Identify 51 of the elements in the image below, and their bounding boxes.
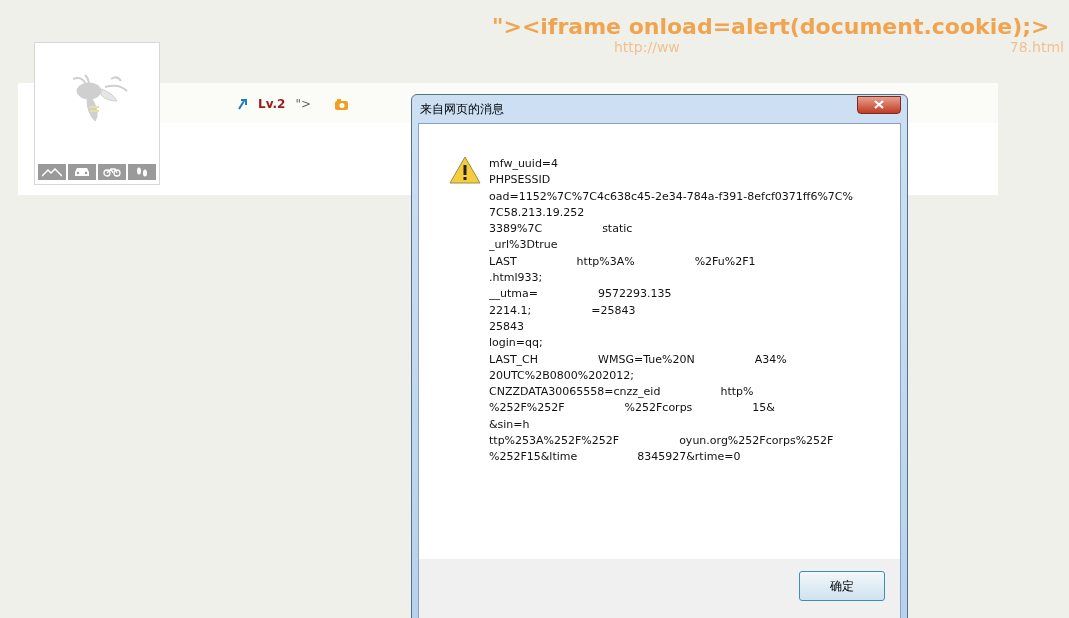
message-text: &sin=h (489, 416, 530, 433)
mountain-icon (42, 167, 62, 177)
message-text: 20UTC%2B0800%202012; (489, 367, 634, 384)
dialog-title: 来自网页的消息 (419, 100, 504, 118)
avatar-tab-button[interactable] (128, 164, 156, 180)
avatar-tab-button[interactable] (38, 164, 66, 180)
message-text: LAST (489, 253, 517, 270)
level-text: Lv.2 (258, 97, 286, 111)
message-text: %252F%252F (489, 400, 565, 417)
message-text: A34% (754, 351, 787, 368)
message-text: login=qq; (489, 335, 543, 352)
bicycle-icon (103, 167, 121, 177)
injected-code-text: "><iframe onload=alert(document.cookie);> (492, 14, 1050, 39)
warning-icon (449, 156, 481, 184)
close-button[interactable] (857, 95, 901, 114)
message-text: 9572293.135 (597, 286, 672, 303)
message-text: ttp%253A%252F%252F (489, 433, 620, 450)
message-text: %2Fu%2F1 (694, 253, 756, 270)
car-icon (74, 167, 90, 177)
message-text: 7C58.213.19.252 (489, 204, 585, 221)
url-text: 78.html (1009, 39, 1064, 55)
markup-text: "> (295, 97, 311, 111)
message-text: http% (720, 384, 754, 401)
message-text: 15& (752, 400, 775, 417)
message-text: %252F15&ltime (489, 449, 578, 466)
camera-icon (335, 98, 348, 110)
footprints-icon (136, 166, 148, 178)
message-text: 2214.1; (489, 302, 532, 319)
message-text: LAST_CH (489, 351, 539, 368)
avatar-tab-button[interactable] (98, 164, 126, 180)
message-text: .html933; (489, 270, 543, 287)
message-text: %252Fcorps (624, 400, 693, 417)
message-text: 8345927&rtime=0 (637, 449, 741, 466)
message-text: __utma= (489, 286, 538, 303)
message-text: PHPSESSID (489, 172, 551, 189)
message-text: =25843 (591, 302, 636, 319)
message-text: _url%3Dtrue (489, 237, 558, 254)
message-text: CNZZDATA30065558=cnzz_eid (489, 384, 661, 401)
message-text: 25843 (489, 318, 524, 335)
message-text: mfw_uuid=4 (489, 156, 559, 172)
avatar-tab-button[interactable] (68, 164, 96, 180)
message-text: http%3A% (576, 253, 635, 270)
message-text: static (602, 221, 633, 238)
ok-button[interactable]: 确定 (799, 571, 885, 601)
message-text: oad=1152%7C%7C4c638c45-2e34-784a-f391-8efcf0371ff6%7C% (489, 188, 853, 205)
message-text: oyun.org%252Fcorps%252F (679, 433, 834, 450)
url-text: http://ww (614, 39, 680, 55)
arrow-icon (238, 98, 248, 110)
message-text: 3389%7C (489, 221, 543, 238)
close-icon (874, 100, 884, 109)
message-text: WMSG=Tue%20N (598, 351, 695, 368)
